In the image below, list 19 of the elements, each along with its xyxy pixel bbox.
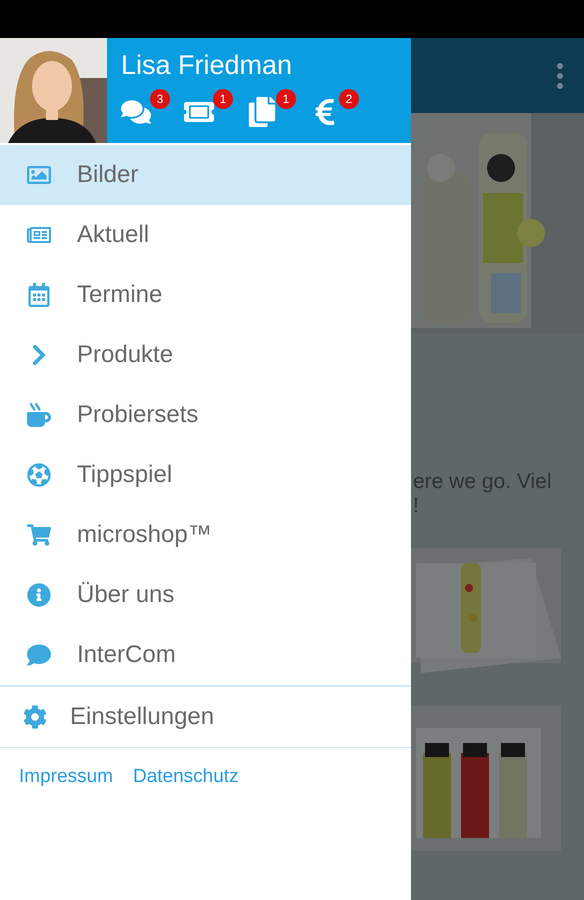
calendar-icon <box>26 283 50 307</box>
info-icon <box>26 583 50 607</box>
speech-bubble-icon <box>26 643 50 667</box>
image-icon <box>26 163 50 187</box>
count-badge: 1 <box>213 89 233 109</box>
footer-link[interactable]: Datenschutz <box>132 766 239 788</box>
menu-item[interactable]: Einstellungen <box>0 686 411 746</box>
user-name: Lisa Friedman <box>121 50 294 81</box>
menu-item[interactable]: Bilder <box>0 145 411 205</box>
cart-icon <box>26 523 50 547</box>
mug-icon <box>26 403 50 427</box>
count-badge: 2 <box>339 89 359 109</box>
post-text: ! <box>412 494 419 518</box>
footer-link[interactable]: Impressum <box>19 766 113 788</box>
overflow-menu-icon[interactable] <box>556 62 564 90</box>
settings-icon <box>23 704 47 728</box>
count-badge: 1 <box>276 89 296 109</box>
copy-icon[interactable] <box>247 97 277 127</box>
count-badge: 3 <box>150 89 170 109</box>
